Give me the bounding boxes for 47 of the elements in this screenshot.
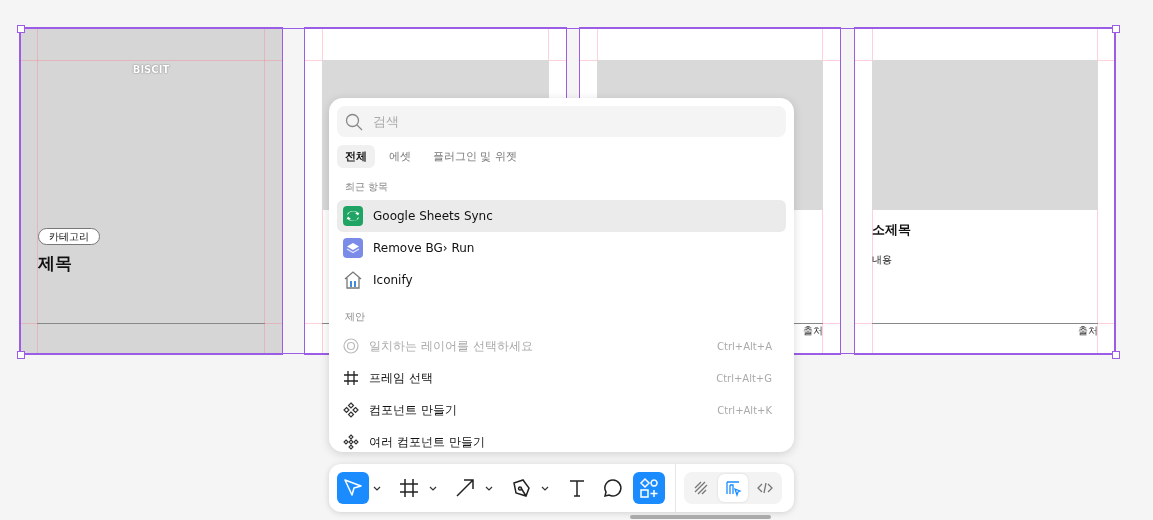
search-field[interactable]: 검색 bbox=[337, 106, 786, 137]
frame-title: 제목 bbox=[38, 252, 72, 275]
resize-handle[interactable] bbox=[17, 25, 25, 33]
frame-icon bbox=[343, 370, 359, 386]
caret-icon[interactable] bbox=[429, 485, 437, 491]
components-icon bbox=[343, 434, 359, 450]
tab[interactable]: 전체 bbox=[337, 145, 375, 168]
section-heading: 제안 bbox=[344, 310, 366, 324]
layers-icon bbox=[343, 238, 363, 258]
source-text: 출처 bbox=[803, 324, 823, 338]
card-subtitle: 소제목 bbox=[872, 221, 911, 239]
resize-handle[interactable] bbox=[1112, 25, 1120, 33]
tab[interactable]: 플러그인 및 위젯 bbox=[425, 145, 525, 168]
speech-bubble-icon bbox=[602, 477, 624, 499]
shortcut-text: Ctrl+Alt+A bbox=[717, 340, 773, 352]
house-icon bbox=[343, 270, 363, 290]
shortcut-text: Ctrl+Alt+K bbox=[717, 404, 773, 416]
resize-handle[interactable] bbox=[1112, 351, 1120, 359]
recent-item[interactable]: Iconify bbox=[337, 264, 786, 296]
recent-item[interactable]: Remove BG› Run bbox=[337, 232, 786, 264]
hash-icon bbox=[398, 477, 420, 499]
tab[interactable]: 에셋 bbox=[381, 145, 419, 168]
caret-icon[interactable] bbox=[541, 485, 549, 491]
resize-handle[interactable] bbox=[17, 351, 25, 359]
pen-icon bbox=[510, 477, 532, 499]
search-icon bbox=[345, 113, 363, 131]
scribble-icon bbox=[692, 479, 710, 497]
recent-item[interactable]: Google Sheets Sync bbox=[337, 200, 786, 232]
sync-icon bbox=[343, 206, 363, 226]
suggestion-item[interactable]: 여러 컴포넌트 만들기 bbox=[337, 426, 786, 452]
suggestion-item[interactable]: 프레임 선택 Ctrl+Alt+G bbox=[337, 362, 786, 394]
card-body-text: 내용 bbox=[872, 253, 892, 267]
arrow-icon bbox=[454, 477, 476, 499]
caret-icon[interactable] bbox=[373, 485, 381, 491]
caret-icon[interactable] bbox=[485, 485, 493, 491]
cursor-icon bbox=[342, 477, 364, 499]
component-icon bbox=[343, 402, 359, 418]
design-mode-button[interactable] bbox=[718, 474, 748, 502]
suggestion-item[interactable]: 컴포넌트 만들기 Ctrl+Alt+K bbox=[337, 394, 786, 426]
source-text: 출처 bbox=[1078, 324, 1098, 338]
target-icon bbox=[343, 338, 359, 354]
ruler-cursor-icon bbox=[724, 479, 742, 497]
category-tag: 카테고리 bbox=[38, 228, 100, 245]
section-heading: 최근 항목 bbox=[344, 180, 390, 194]
scrollbar[interactable] bbox=[630, 515, 771, 519]
shapes-icon bbox=[638, 477, 660, 499]
shortcut-text: Ctrl+Alt+G bbox=[716, 372, 773, 384]
